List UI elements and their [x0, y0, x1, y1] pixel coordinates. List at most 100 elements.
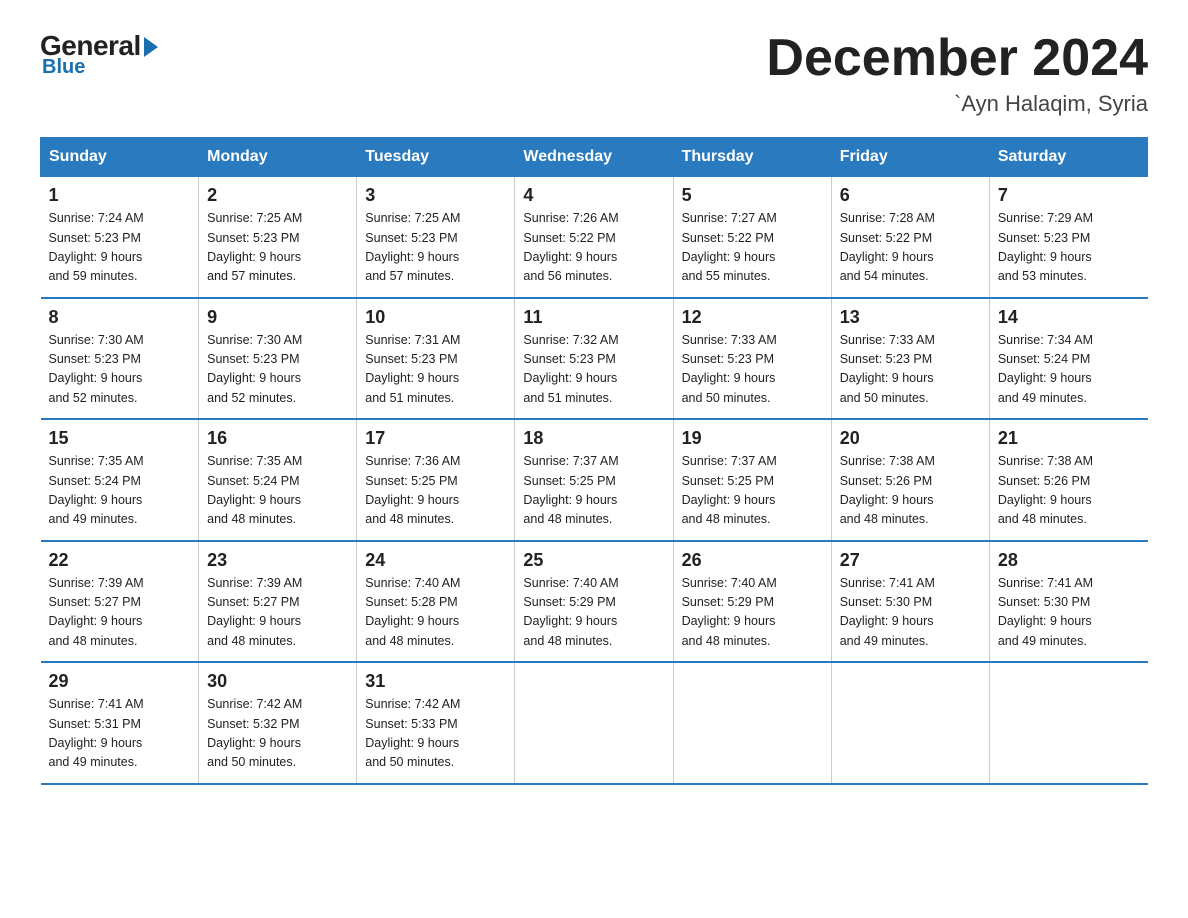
day-number: 20 — [840, 428, 981, 449]
calendar-cell — [831, 662, 989, 784]
day-number: 16 — [207, 428, 348, 449]
logo: General Blue — [40, 30, 158, 79]
page-header: General Blue December 2024 `Ayn Halaqim,… — [40, 30, 1148, 117]
calendar-cell: 14 Sunrise: 7:34 AM Sunset: 5:24 PM Dayl… — [989, 298, 1147, 420]
day-info: Sunrise: 7:34 AM Sunset: 5:24 PM Dayligh… — [998, 331, 1140, 409]
calendar-cell: 21 Sunrise: 7:38 AM Sunset: 5:26 PM Dayl… — [989, 419, 1147, 541]
header-saturday: Saturday — [989, 138, 1147, 177]
day-number: 1 — [49, 185, 191, 206]
logo-blue-text: Blue — [42, 56, 85, 79]
day-info: Sunrise: 7:38 AM Sunset: 5:26 PM Dayligh… — [840, 452, 981, 530]
calendar-week-row: 8 Sunrise: 7:30 AM Sunset: 5:23 PM Dayli… — [41, 298, 1148, 420]
calendar-cell — [673, 662, 831, 784]
calendar-cell: 9 Sunrise: 7:30 AM Sunset: 5:23 PM Dayli… — [199, 298, 357, 420]
title-block: December 2024 `Ayn Halaqim, Syria — [766, 30, 1148, 117]
calendar-cell: 12 Sunrise: 7:33 AM Sunset: 5:23 PM Dayl… — [673, 298, 831, 420]
day-number: 22 — [49, 550, 191, 571]
day-number: 31 — [365, 671, 506, 692]
day-info: Sunrise: 7:32 AM Sunset: 5:23 PM Dayligh… — [523, 331, 664, 409]
calendar-cell: 15 Sunrise: 7:35 AM Sunset: 5:24 PM Dayl… — [41, 419, 199, 541]
calendar-cell: 19 Sunrise: 7:37 AM Sunset: 5:25 PM Dayl… — [673, 419, 831, 541]
day-info: Sunrise: 7:39 AM Sunset: 5:27 PM Dayligh… — [49, 574, 191, 652]
calendar-cell: 16 Sunrise: 7:35 AM Sunset: 5:24 PM Dayl… — [199, 419, 357, 541]
day-info: Sunrise: 7:40 AM Sunset: 5:29 PM Dayligh… — [523, 574, 664, 652]
day-number: 5 — [682, 185, 823, 206]
calendar-cell: 20 Sunrise: 7:38 AM Sunset: 5:26 PM Dayl… — [831, 419, 989, 541]
day-info: Sunrise: 7:39 AM Sunset: 5:27 PM Dayligh… — [207, 574, 348, 652]
day-number: 26 — [682, 550, 823, 571]
header-monday: Monday — [199, 138, 357, 177]
calendar-week-row: 15 Sunrise: 7:35 AM Sunset: 5:24 PM Dayl… — [41, 419, 1148, 541]
day-info: Sunrise: 7:33 AM Sunset: 5:23 PM Dayligh… — [682, 331, 823, 409]
day-number: 18 — [523, 428, 664, 449]
day-number: 10 — [365, 307, 506, 328]
day-info: Sunrise: 7:41 AM Sunset: 5:30 PM Dayligh… — [840, 574, 981, 652]
day-info: Sunrise: 7:36 AM Sunset: 5:25 PM Dayligh… — [365, 452, 506, 530]
day-number: 19 — [682, 428, 823, 449]
day-number: 3 — [365, 185, 506, 206]
calendar-cell: 11 Sunrise: 7:32 AM Sunset: 5:23 PM Dayl… — [515, 298, 673, 420]
day-number: 13 — [840, 307, 981, 328]
day-info: Sunrise: 7:35 AM Sunset: 5:24 PM Dayligh… — [207, 452, 348, 530]
calendar-cell: 31 Sunrise: 7:42 AM Sunset: 5:33 PM Dayl… — [357, 662, 515, 784]
calendar-cell — [989, 662, 1147, 784]
day-info: Sunrise: 7:35 AM Sunset: 5:24 PM Dayligh… — [49, 452, 191, 530]
day-info: Sunrise: 7:25 AM Sunset: 5:23 PM Dayligh… — [365, 209, 506, 287]
calendar-week-row: 1 Sunrise: 7:24 AM Sunset: 5:23 PM Dayli… — [41, 177, 1148, 298]
day-number: 2 — [207, 185, 348, 206]
calendar-cell: 3 Sunrise: 7:25 AM Sunset: 5:23 PM Dayli… — [357, 177, 515, 298]
day-number: 29 — [49, 671, 191, 692]
day-number: 24 — [365, 550, 506, 571]
day-number: 12 — [682, 307, 823, 328]
day-info: Sunrise: 7:41 AM Sunset: 5:31 PM Dayligh… — [49, 695, 191, 773]
day-info: Sunrise: 7:41 AM Sunset: 5:30 PM Dayligh… — [998, 574, 1140, 652]
calendar-cell: 6 Sunrise: 7:28 AM Sunset: 5:22 PM Dayli… — [831, 177, 989, 298]
calendar-cell: 25 Sunrise: 7:40 AM Sunset: 5:29 PM Dayl… — [515, 541, 673, 663]
day-info: Sunrise: 7:37 AM Sunset: 5:25 PM Dayligh… — [682, 452, 823, 530]
day-number: 9 — [207, 307, 348, 328]
month-title: December 2024 — [766, 30, 1148, 87]
header-wednesday: Wednesday — [515, 138, 673, 177]
calendar-cell: 1 Sunrise: 7:24 AM Sunset: 5:23 PM Dayli… — [41, 177, 199, 298]
day-info: Sunrise: 7:30 AM Sunset: 5:23 PM Dayligh… — [207, 331, 348, 409]
calendar-table: Sunday Monday Tuesday Wednesday Thursday… — [40, 137, 1148, 785]
calendar-cell — [515, 662, 673, 784]
day-info: Sunrise: 7:31 AM Sunset: 5:23 PM Dayligh… — [365, 331, 506, 409]
calendar-cell: 10 Sunrise: 7:31 AM Sunset: 5:23 PM Dayl… — [357, 298, 515, 420]
day-info: Sunrise: 7:28 AM Sunset: 5:22 PM Dayligh… — [840, 209, 981, 287]
header-friday: Friday — [831, 138, 989, 177]
day-number: 11 — [523, 307, 664, 328]
day-info: Sunrise: 7:40 AM Sunset: 5:29 PM Dayligh… — [682, 574, 823, 652]
day-number: 4 — [523, 185, 664, 206]
calendar-week-row: 22 Sunrise: 7:39 AM Sunset: 5:27 PM Dayl… — [41, 541, 1148, 663]
day-number: 14 — [998, 307, 1140, 328]
day-info: Sunrise: 7:24 AM Sunset: 5:23 PM Dayligh… — [49, 209, 191, 287]
calendar-cell: 18 Sunrise: 7:37 AM Sunset: 5:25 PM Dayl… — [515, 419, 673, 541]
logo-triangle-icon — [144, 37, 158, 57]
day-info: Sunrise: 7:37 AM Sunset: 5:25 PM Dayligh… — [523, 452, 664, 530]
day-info: Sunrise: 7:42 AM Sunset: 5:33 PM Dayligh… — [365, 695, 506, 773]
day-number: 6 — [840, 185, 981, 206]
day-number: 21 — [998, 428, 1140, 449]
day-info: Sunrise: 7:27 AM Sunset: 5:22 PM Dayligh… — [682, 209, 823, 287]
day-info: Sunrise: 7:40 AM Sunset: 5:28 PM Dayligh… — [365, 574, 506, 652]
calendar-cell: 28 Sunrise: 7:41 AM Sunset: 5:30 PM Dayl… — [989, 541, 1147, 663]
calendar-week-row: 29 Sunrise: 7:41 AM Sunset: 5:31 PM Dayl… — [41, 662, 1148, 784]
day-number: 15 — [49, 428, 191, 449]
day-number: 17 — [365, 428, 506, 449]
header-tuesday: Tuesday — [357, 138, 515, 177]
day-number: 27 — [840, 550, 981, 571]
calendar-cell: 23 Sunrise: 7:39 AM Sunset: 5:27 PM Dayl… — [199, 541, 357, 663]
header-thursday: Thursday — [673, 138, 831, 177]
calendar-cell: 13 Sunrise: 7:33 AM Sunset: 5:23 PM Dayl… — [831, 298, 989, 420]
calendar-cell: 27 Sunrise: 7:41 AM Sunset: 5:30 PM Dayl… — [831, 541, 989, 663]
day-info: Sunrise: 7:30 AM Sunset: 5:23 PM Dayligh… — [49, 331, 191, 409]
calendar-cell: 22 Sunrise: 7:39 AM Sunset: 5:27 PM Dayl… — [41, 541, 199, 663]
day-number: 8 — [49, 307, 191, 328]
day-number: 28 — [998, 550, 1140, 571]
location-title: `Ayn Halaqim, Syria — [766, 91, 1148, 117]
weekday-header-row: Sunday Monday Tuesday Wednesday Thursday… — [41, 138, 1148, 177]
day-number: 25 — [523, 550, 664, 571]
calendar-cell: 30 Sunrise: 7:42 AM Sunset: 5:32 PM Dayl… — [199, 662, 357, 784]
header-sunday: Sunday — [41, 138, 199, 177]
